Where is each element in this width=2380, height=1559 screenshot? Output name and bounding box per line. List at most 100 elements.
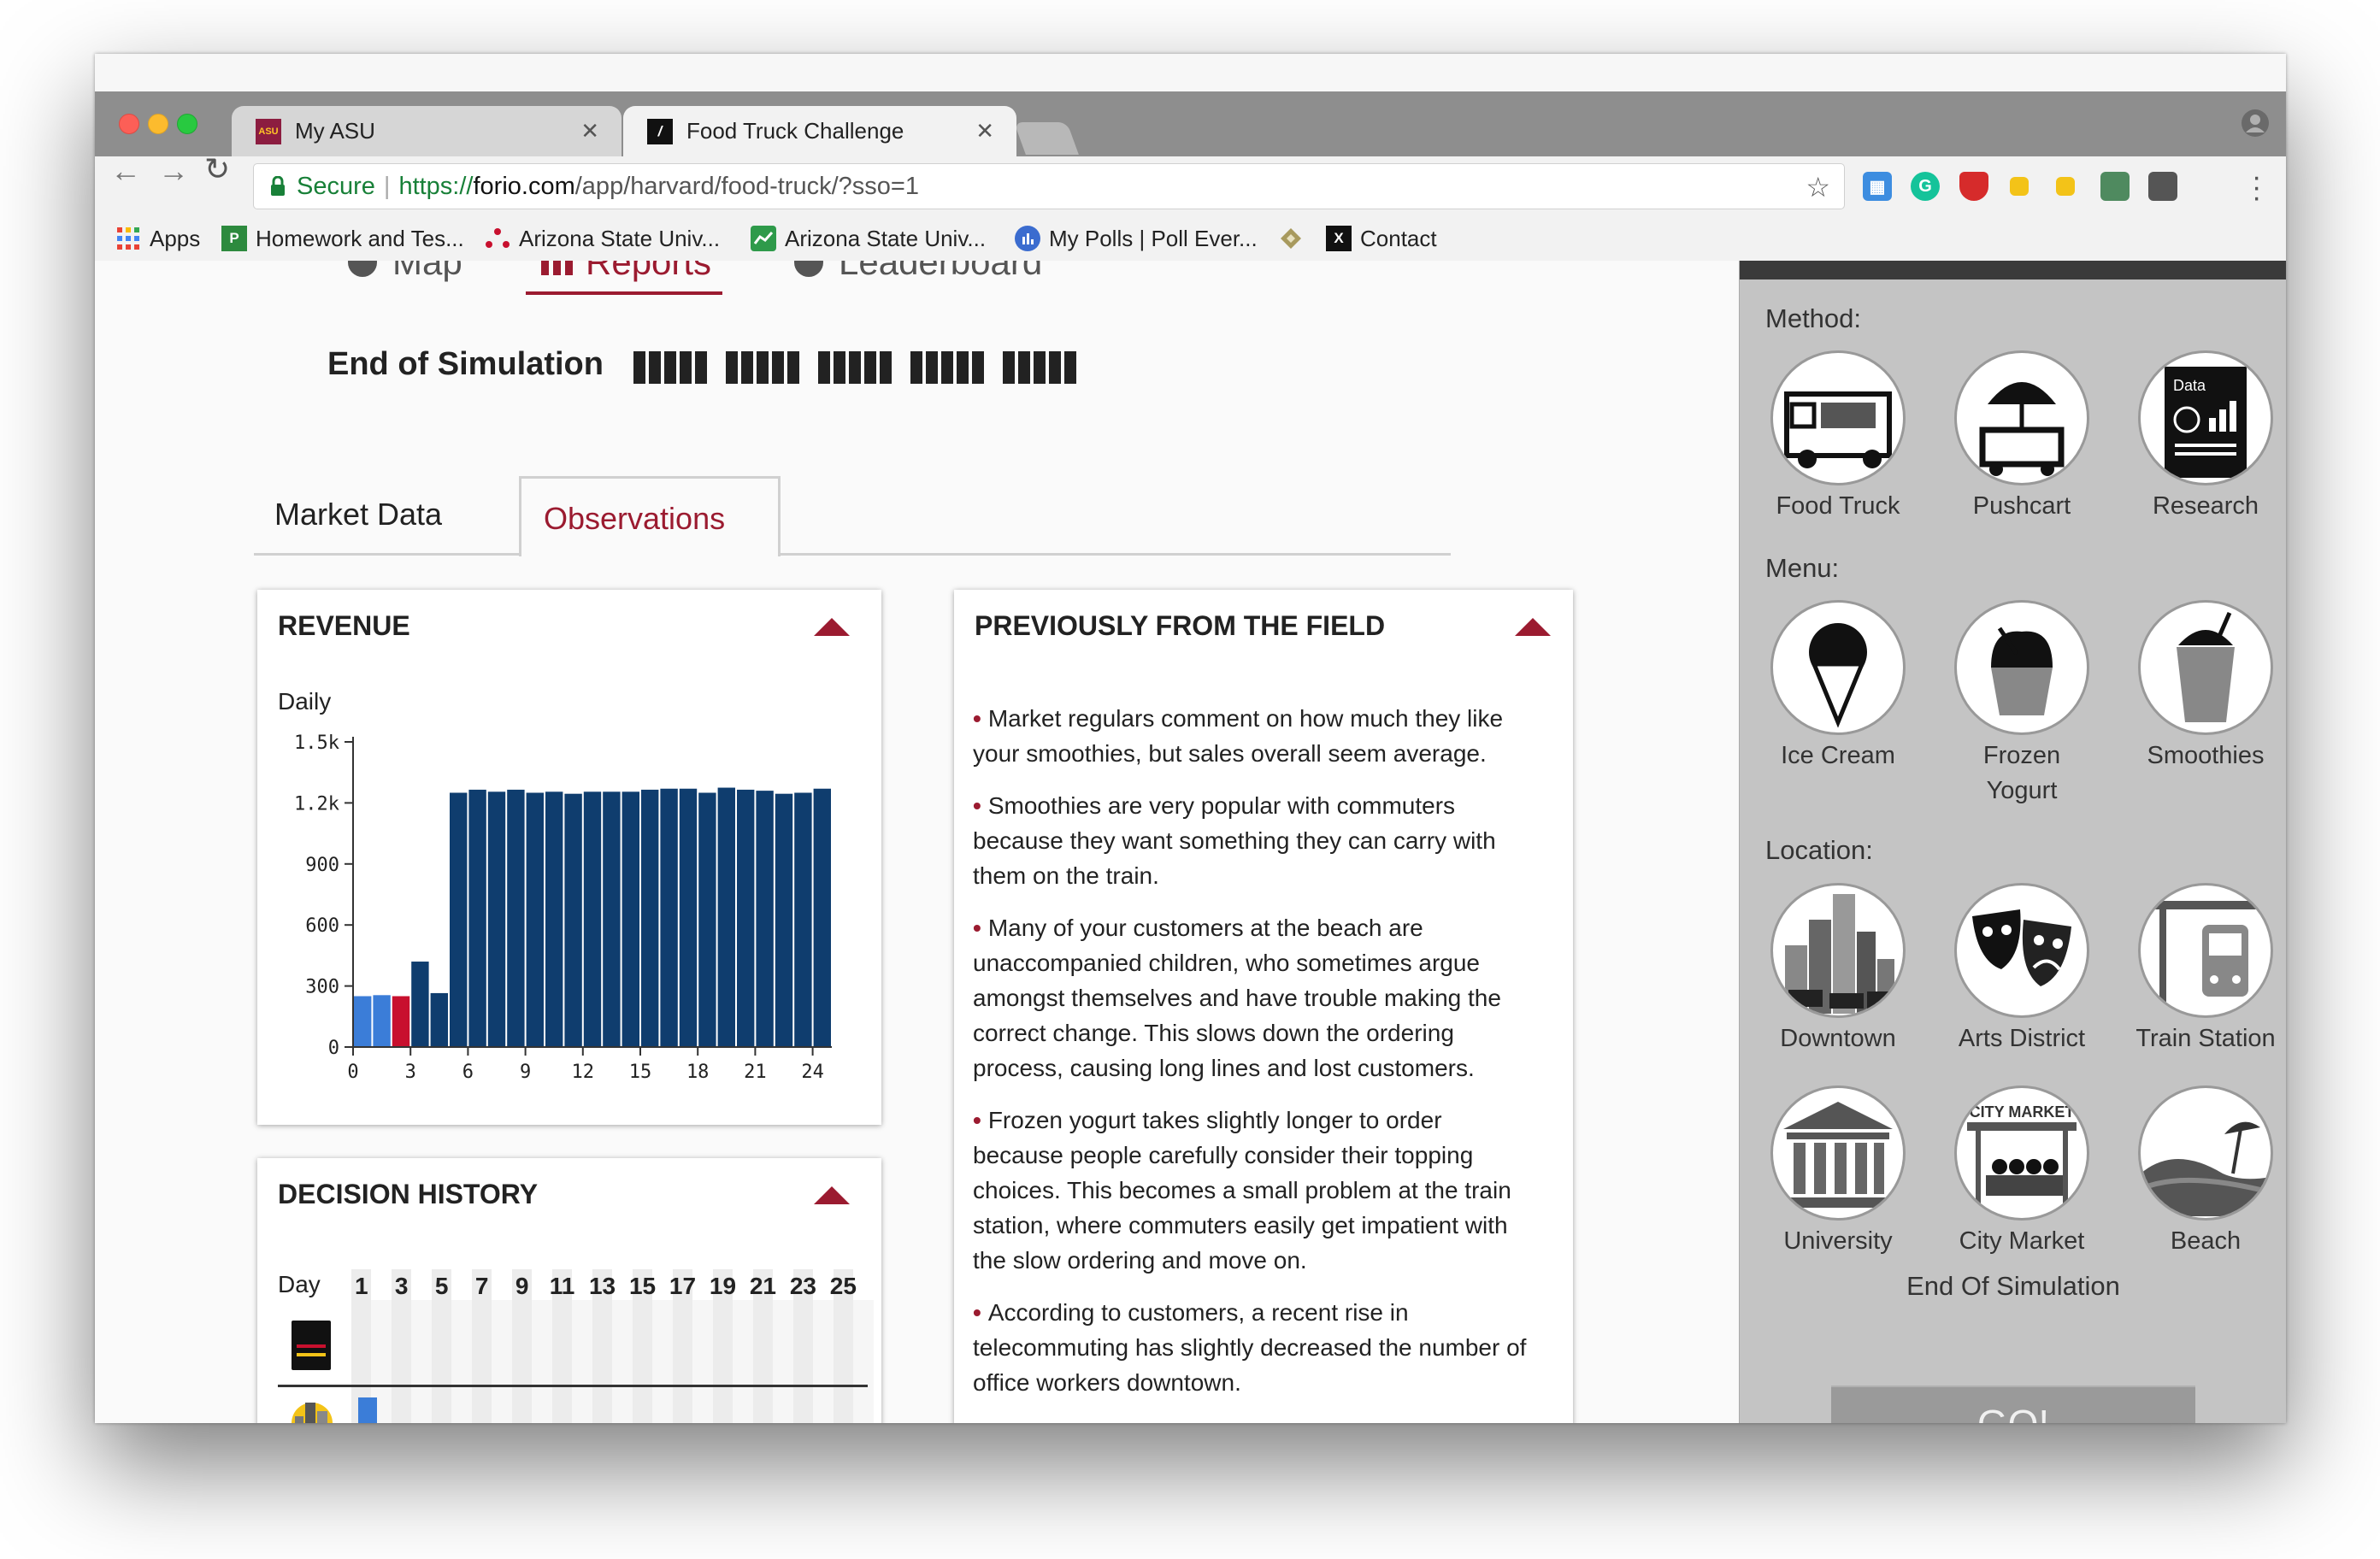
revenue-bar bbox=[583, 791, 602, 1047]
money-extension-icon[interactable] bbox=[2100, 172, 2130, 201]
location-university[interactable]: University bbox=[1765, 1085, 1911, 1259]
bookmark-star-icon[interactable]: ☆ bbox=[1806, 171, 1830, 203]
day-stripe bbox=[492, 1300, 512, 1423]
day-number: 25 bbox=[829, 1273, 857, 1299]
lock-icon bbox=[271, 176, 285, 196]
day-stripe bbox=[692, 1300, 713, 1423]
revenue-bar bbox=[660, 788, 678, 1047]
revenue-bar bbox=[775, 793, 793, 1047]
lock-extension-icon[interactable] bbox=[2148, 172, 2177, 201]
url-path: /app/harvard/food-truck/?sso=1 bbox=[574, 172, 919, 200]
url-host: forio.com bbox=[473, 172, 575, 200]
close-window-button[interactable] bbox=[119, 114, 139, 134]
forward-arrow-icon[interactable]: → bbox=[158, 153, 189, 189]
day-label: Day bbox=[278, 1271, 321, 1297]
reload-icon[interactable]: ↻ bbox=[204, 151, 230, 187]
method-food-truck[interactable]: Food Truck bbox=[1765, 350, 1911, 524]
y-tick-label: 1.5k bbox=[294, 732, 339, 754]
close-tab-icon[interactable]: ✕ bbox=[975, 118, 994, 144]
profile-icon[interactable] bbox=[2241, 109, 2270, 138]
tab-food-truck-challenge[interactable]: / Food Truck Challenge ✕ bbox=[623, 106, 1016, 156]
secure-label: Secure bbox=[297, 172, 375, 200]
bookmark-apps[interactable]: Apps bbox=[115, 221, 200, 256]
new-tab-button[interactable] bbox=[1014, 122, 1079, 155]
back-arrow-icon[interactable]: ← bbox=[110, 153, 141, 189]
field-item: • Many of your customers at the beach are… bbox=[973, 915, 1501, 1081]
menu-kebab-icon[interactable]: · · · bbox=[2252, 162, 2261, 212]
revenue-bar bbox=[737, 789, 755, 1047]
day-stripe bbox=[431, 1300, 452, 1423]
history-divider bbox=[278, 1385, 868, 1387]
close-tab-icon[interactable]: ✕ bbox=[580, 118, 599, 144]
progress-blocks bbox=[633, 351, 1078, 384]
location-train-station[interactable]: Train Station bbox=[2133, 883, 2278, 1056]
bookmark-asu-2[interactable]: Arizona State Univ... bbox=[751, 221, 986, 256]
subtab-baseline bbox=[254, 553, 1451, 556]
nav-reports[interactable]: Reports bbox=[541, 261, 711, 283]
bookmark-contact[interactable]: X Contact bbox=[1326, 221, 1437, 256]
bookmark-asu-1[interactable]: Arizona State Univ... bbox=[485, 221, 720, 256]
subtab-observations[interactable]: Observations bbox=[519, 476, 781, 556]
method-label: Method: bbox=[1765, 303, 1862, 333]
zoom-window-button[interactable] bbox=[177, 114, 197, 134]
menu-frozen-yogurt[interactable]: Frozen Yogurt bbox=[1949, 600, 2094, 809]
day-number: 1 bbox=[354, 1273, 368, 1299]
yellow-extension-icon-2[interactable] bbox=[2056, 177, 2075, 196]
revenue-bar bbox=[526, 792, 544, 1047]
sheets-extension-icon[interactable]: ▦ bbox=[1863, 172, 1892, 201]
day-stripes bbox=[351, 1300, 881, 1423]
minimize-window-button[interactable] bbox=[148, 114, 168, 134]
nav-leaderboard[interactable]: Leaderboard bbox=[794, 261, 1042, 283]
address-bar[interactable]: Secure | https:// forio.com /app/harvard… bbox=[253, 163, 1845, 209]
shield-extension-icon[interactable] bbox=[1959, 172, 1988, 201]
map-icon bbox=[348, 261, 377, 277]
day-number: 7 bbox=[474, 1273, 489, 1299]
day-stripe bbox=[752, 1300, 774, 1423]
sidebar-end-text: End Of Simulation bbox=[1906, 1271, 2120, 1301]
method-research[interactable]: Data Research bbox=[2133, 350, 2278, 524]
revenue-bar bbox=[622, 791, 639, 1047]
collapse-decision-icon[interactable] bbox=[814, 1186, 850, 1204]
x-tick-label: 21 bbox=[744, 1062, 767, 1083]
url-scheme: https:// bbox=[398, 172, 474, 200]
go-button[interactable]: GO! bbox=[1831, 1385, 2195, 1423]
decision-sidebar: Method: Food Truck Pushcart Data Researc… bbox=[1739, 261, 2286, 1423]
poll-icon bbox=[1015, 226, 1040, 251]
day-stripe bbox=[712, 1300, 733, 1423]
menu-ice-cream[interactable]: Ice Cream bbox=[1765, 600, 1911, 774]
revenue-bar bbox=[545, 791, 563, 1047]
revenue-bar bbox=[564, 793, 582, 1047]
method-pushcart[interactable]: Pushcart bbox=[1949, 350, 2094, 524]
location-beach[interactable]: Beach bbox=[2133, 1085, 2278, 1259]
location-city-market[interactable]: CITY MARKET City Market bbox=[1949, 1085, 2094, 1259]
y-tick-label: 600 bbox=[305, 915, 339, 937]
subtab-market-data[interactable]: Market Data bbox=[274, 497, 442, 532]
grammarly-extension-icon[interactable]: G bbox=[1911, 172, 1940, 201]
day-number: 5 bbox=[434, 1273, 449, 1299]
progress-block bbox=[818, 351, 893, 384]
tab-my-asu[interactable]: ASU My ASU ✕ bbox=[232, 106, 622, 156]
beach-icon bbox=[2138, 1085, 2273, 1221]
reports-underline bbox=[526, 291, 722, 295]
revenue-chart: 0 300 600 900 1.2k 1.5k 0 3 6 9 12 15 18 21 24 bbox=[294, 732, 832, 1083]
bookmark-my-polls[interactable]: My Polls | Poll Ever... bbox=[1015, 221, 1258, 256]
day-stripe bbox=[632, 1300, 653, 1423]
field-list: • Market regulars comment on how much the… bbox=[973, 701, 1537, 1417]
nav-map[interactable]: Map bbox=[348, 261, 462, 283]
progress-block bbox=[1003, 351, 1078, 384]
revenue-bar bbox=[450, 792, 468, 1047]
location-downtown[interactable]: Downtown bbox=[1765, 883, 1911, 1056]
day-number: 21 bbox=[749, 1273, 776, 1299]
y-tick-label: 0 bbox=[328, 1038, 339, 1059]
revenue-bar bbox=[698, 792, 716, 1047]
menu-smoothies[interactable]: Smoothies bbox=[2133, 600, 2278, 774]
bookmark-diamond[interactable] bbox=[1278, 221, 1312, 256]
history-mark-day1 bbox=[358, 1397, 377, 1423]
x-tick-label: 3 bbox=[405, 1062, 416, 1083]
bookmark-homework[interactable]: P Homework and Tes... bbox=[221, 221, 464, 256]
yellow-extension-icon[interactable] bbox=[2010, 177, 2029, 196]
location-arts-district[interactable]: Arts District bbox=[1949, 883, 2094, 1056]
collapse-field-icon[interactable] bbox=[1515, 618, 1551, 636]
day-stripe bbox=[612, 1300, 633, 1423]
revenue-bar bbox=[813, 788, 831, 1047]
